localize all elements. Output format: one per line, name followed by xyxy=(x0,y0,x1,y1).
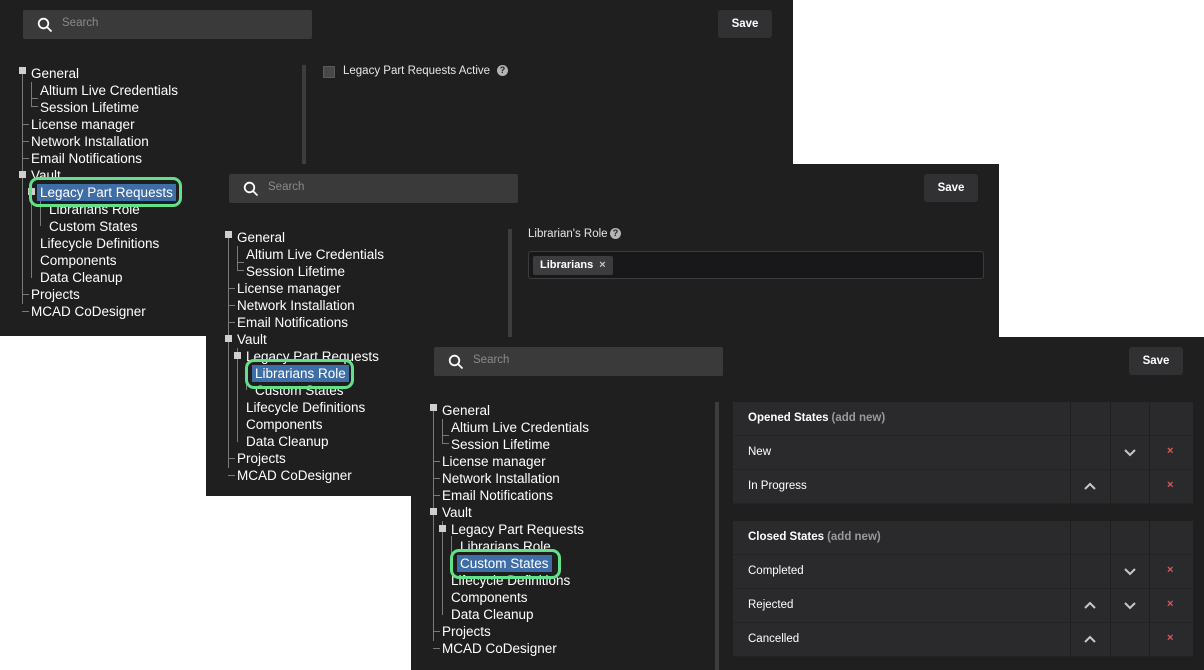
table-row: New × xyxy=(733,436,1193,470)
tree-item-general[interactable]: General xyxy=(237,229,285,246)
tree-item-components[interactable]: Components xyxy=(451,589,528,606)
settings-tree: General Altium Live Credentials Session … xyxy=(411,337,711,670)
tree-item-session-lifetime[interactable]: Session Lifetime xyxy=(451,436,550,453)
closed-states-title: Closed States xyxy=(748,531,825,543)
tree-item-lifecycle-definitions[interactable]: Lifecycle Definitions xyxy=(246,399,365,416)
tree-item-email-notifications[interactable]: Email Notifications xyxy=(31,150,142,167)
table-row: Completed × xyxy=(733,555,1193,589)
tree-item-projects[interactable]: Projects xyxy=(31,286,80,303)
settings-panel-custom-states: Search Save General Altium Live Credenti… xyxy=(411,337,1204,670)
highlight-ring xyxy=(245,359,354,389)
tree-collapse-icon[interactable] xyxy=(19,171,26,178)
tree-item-custom-states[interactable]: Custom States xyxy=(49,218,138,235)
librarians-role-label: Librarian's Role xyxy=(528,228,608,240)
tree-item-mcad-codesigner[interactable]: MCAD CoDesigner xyxy=(237,467,352,484)
tree-item-altium-live-credentials[interactable]: Altium Live Credentials xyxy=(246,246,384,263)
chevron-up-icon[interactable] xyxy=(1084,601,1096,609)
tree-item-components[interactable]: Components xyxy=(40,252,117,269)
table-row: Rejected × xyxy=(733,589,1193,623)
tree-collapse-icon[interactable] xyxy=(19,67,26,74)
state-name: Rejected xyxy=(748,599,794,611)
save-button[interactable]: Save xyxy=(924,174,978,202)
chevron-up-icon[interactable] xyxy=(1084,482,1096,490)
tree-item-vault[interactable]: Vault xyxy=(237,331,267,348)
tree-collapse-icon[interactable] xyxy=(439,525,446,532)
tree-item-session-lifetime[interactable]: Session Lifetime xyxy=(40,99,139,116)
chevron-down-icon[interactable] xyxy=(1124,568,1136,576)
legacy-part-requests-active-checkbox[interactable] xyxy=(323,66,335,78)
tree-item-legacy-part-requests[interactable]: Legacy Part Requests xyxy=(451,521,584,538)
tree-item-altium-live-credentials[interactable]: Altium Live Credentials xyxy=(451,419,589,436)
tree-collapse-icon[interactable] xyxy=(430,508,437,515)
tree-item-license-manager[interactable]: License manager xyxy=(442,453,546,470)
role-chip-label: Librarians xyxy=(540,259,594,271)
remove-icon[interactable]: × xyxy=(1167,632,1173,644)
add-new-closed-link[interactable]: (add new) xyxy=(827,531,881,543)
tree-item-vault[interactable]: Vault xyxy=(442,504,472,521)
opened-states-header: Opened States (add new) xyxy=(733,402,1193,436)
tree-item-email-notifications[interactable]: Email Notifications xyxy=(237,314,348,331)
chevron-up-icon[interactable] xyxy=(1084,635,1096,643)
state-name: Completed xyxy=(748,565,804,577)
remove-icon[interactable]: × xyxy=(1167,564,1173,576)
save-button[interactable]: Save xyxy=(718,10,772,38)
highlight-ring xyxy=(450,549,561,579)
closed-states-table: Closed States (add new) Completed × Rejec… xyxy=(733,521,1193,657)
save-button[interactable]: Save xyxy=(1129,347,1183,375)
highlight-ring xyxy=(29,177,182,207)
tree-item-altium-live-credentials[interactable]: Altium Live Credentials xyxy=(40,82,178,99)
tree-item-data-cleanup[interactable]: Data Cleanup xyxy=(246,433,329,450)
tree-item-mcad-codesigner[interactable]: MCAD CoDesigner xyxy=(442,640,557,657)
opened-states-title: Opened States xyxy=(748,412,829,424)
help-icon[interactable]: ? xyxy=(497,65,508,76)
remove-chip-icon[interactable]: × xyxy=(599,259,605,271)
pane-divider[interactable] xyxy=(715,402,719,670)
tree-item-mcad-codesigner[interactable]: MCAD CoDesigner xyxy=(31,303,146,320)
tree-item-session-lifetime[interactable]: Session Lifetime xyxy=(246,263,345,280)
chevron-down-icon[interactable] xyxy=(1124,449,1136,457)
tree-item-network-installation[interactable]: Network Installation xyxy=(31,133,149,150)
remove-icon[interactable]: × xyxy=(1167,598,1173,610)
remove-icon[interactable]: × xyxy=(1167,445,1173,457)
chevron-down-icon[interactable] xyxy=(1124,602,1136,610)
tree-item-general[interactable]: General xyxy=(442,402,490,419)
tree-item-components[interactable]: Components xyxy=(246,416,323,433)
state-name: Cancelled xyxy=(748,633,800,645)
tree-item-lifecycle-definitions[interactable]: Lifecycle Definitions xyxy=(40,235,159,252)
help-icon[interactable]: ? xyxy=(610,228,621,239)
tree-item-general[interactable]: General xyxy=(31,65,79,82)
tree-item-license-manager[interactable]: License manager xyxy=(31,116,135,133)
tree-item-projects[interactable]: Projects xyxy=(442,623,491,640)
legacy-part-requests-active-label: Legacy Part Requests Active xyxy=(343,65,491,77)
tree-item-license-manager[interactable]: License manager xyxy=(237,280,341,297)
closed-states-header: Closed States (add new) xyxy=(733,521,1193,555)
tree-collapse-icon[interactable] xyxy=(225,335,232,342)
tree-item-email-notifications[interactable]: Email Notifications xyxy=(442,487,553,504)
role-chip: Librarians × xyxy=(533,256,613,275)
tree-item-network-installation[interactable]: Network Installation xyxy=(442,470,560,487)
tree-item-data-cleanup[interactable]: Data Cleanup xyxy=(40,269,123,286)
tree-item-projects[interactable]: Projects xyxy=(237,450,286,467)
tree-item-data-cleanup[interactable]: Data Cleanup xyxy=(451,606,534,623)
state-name: In Progress xyxy=(748,480,807,492)
opened-states-table: Opened States (add new) New × In Progress… xyxy=(733,402,1193,504)
tree-item-network-installation[interactable]: Network Installation xyxy=(237,297,355,314)
tree-collapse-icon[interactable] xyxy=(225,231,232,238)
tree-collapse-icon[interactable] xyxy=(430,404,437,411)
remove-icon[interactable]: × xyxy=(1167,479,1173,491)
state-name: New xyxy=(748,446,772,458)
tree-collapse-icon[interactable] xyxy=(234,352,241,359)
table-row: In Progress × xyxy=(733,470,1193,504)
librarians-role-input[interactable]: Librarians × xyxy=(528,251,984,279)
table-row: Cancelled × xyxy=(733,623,1193,657)
add-new-opened-link[interactable]: (add new) xyxy=(832,412,886,424)
